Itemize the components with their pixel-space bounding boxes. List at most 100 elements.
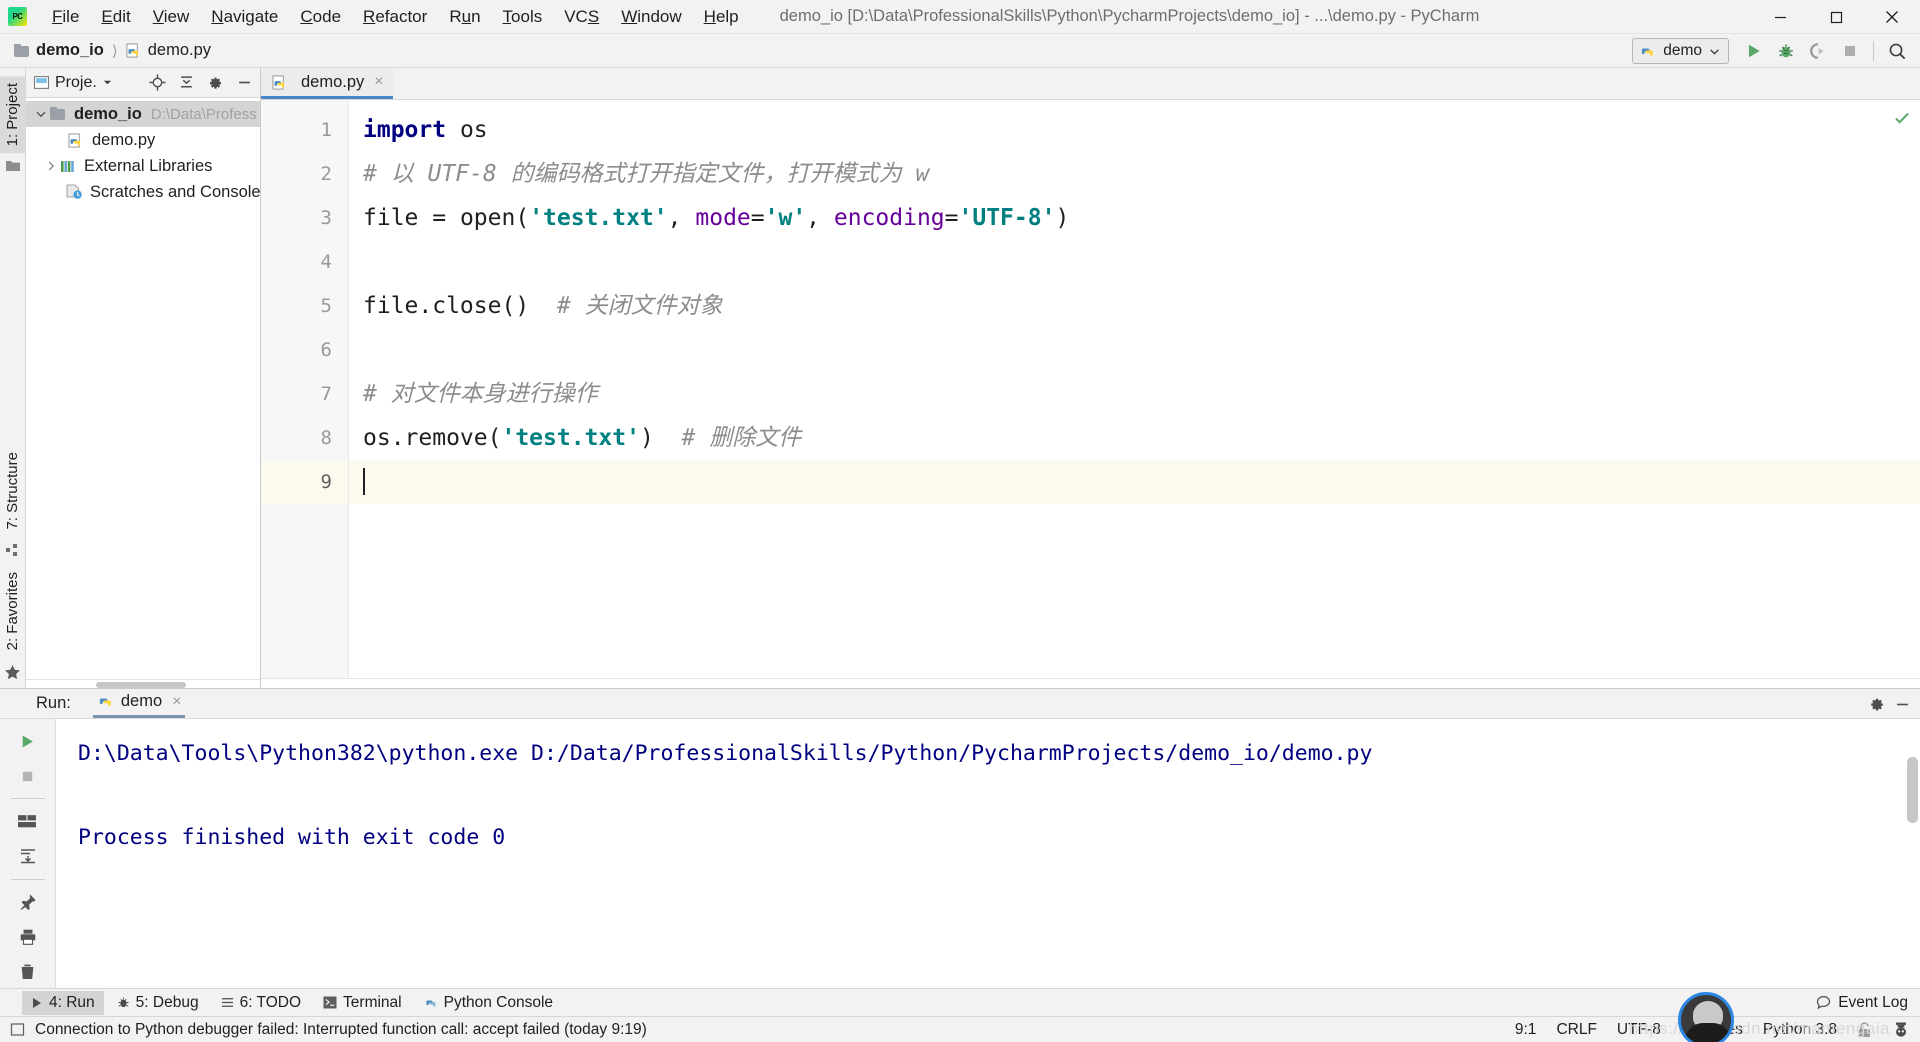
event-log-button[interactable]: Event Log: [1816, 994, 1908, 1012]
close-icon[interactable]: ×: [374, 73, 383, 91]
rail-divider: [10, 798, 45, 800]
soft-wrap-button[interactable]: [11, 805, 45, 838]
caret-position[interactable]: 9:1: [1515, 1021, 1537, 1039]
favorites-star-icon: [4, 664, 21, 681]
menu-item-view[interactable]: View: [142, 4, 201, 30]
sidebar-item-project[interactable]: 1: Project: [0, 76, 25, 154]
run-with-coverage-button[interactable]: [1803, 37, 1833, 65]
run-tab-demo[interactable]: demo ×: [92, 689, 186, 718]
settings-gear-icon[interactable]: [203, 71, 227, 95]
code-token: file =: [363, 205, 460, 231]
python-icon: [99, 698, 111, 706]
close-icon[interactable]: ×: [172, 693, 181, 711]
menu-item-help[interactable]: Help: [693, 4, 750, 30]
maximize-button[interactable]: [1808, 0, 1864, 34]
pycharm-window: PC File Edit View Navigate Code Refactor…: [0, 0, 1920, 1042]
tool-window-button-terminal[interactable]: Terminal: [314, 991, 411, 1015]
run-button[interactable]: [1739, 37, 1769, 65]
tool-window-label: Python Console: [443, 993, 554, 1011]
collapse-all-icon[interactable]: [174, 71, 198, 95]
inspection-status-icon[interactable]: [1894, 106, 1910, 132]
tool-window-button-python-console[interactable]: Python Console: [415, 991, 562, 1015]
tree-node-scratches-and-consoles[interactable]: Scratches and Consoles: [26, 179, 260, 205]
hector-inspector-icon[interactable]: [1892, 1021, 1910, 1039]
minimize-button[interactable]: [1752, 0, 1808, 34]
window-controls: [1752, 0, 1920, 34]
tool-window-button-todo[interactable]: 6: TODO: [212, 991, 310, 1015]
user-avatar[interactable]: [1678, 992, 1734, 1042]
pin-button[interactable]: [11, 886, 45, 919]
tool-window-button-debug[interactable]: 5: Debug: [108, 991, 208, 1015]
breadcrumb-file-label: demo.py: [147, 41, 212, 59]
code-token: ,: [667, 205, 696, 231]
code-token: # 对文件本身进行操作: [363, 381, 598, 407]
project-panel-title: Proje.: [55, 73, 97, 91]
code-token: (: [515, 205, 530, 231]
menu-item-run[interactable]: Run: [438, 4, 491, 30]
editor-viewport[interactable]: 1 2 3 4 5 6 7 8 9 import os # 以 UTF-8 的编…: [261, 100, 1920, 678]
menu-item-navigate[interactable]: Navigate: [200, 4, 289, 30]
hide-panel-icon[interactable]: [232, 71, 256, 95]
chevron-right-icon[interactable]: [42, 161, 60, 171]
file-encoding[interactable]: UTF-8: [1617, 1021, 1661, 1039]
menu-item-window[interactable]: Window: [610, 4, 692, 30]
clear-all-button[interactable]: [11, 955, 45, 988]
code-token: # 关闭文件对象: [556, 293, 723, 319]
title-bar: PC File Edit View Navigate Code Refactor…: [0, 0, 1920, 34]
python-interpreter[interactable]: Python 3.8: [1763, 1021, 1837, 1039]
project-tool-window: Proje. demo_io D:\Data\Profess demo.py E…: [26, 68, 261, 688]
run-tool-window: Run: demo × D:\Data\Tools\Python382\pyth…: [0, 688, 1920, 988]
menu-item-edit[interactable]: Edit: [90, 4, 141, 30]
project-panel-title-group[interactable]: Proje.: [34, 74, 140, 92]
locate-file-icon[interactable]: [145, 71, 169, 95]
close-button[interactable]: [1864, 0, 1920, 34]
project-view-icon: [34, 76, 49, 89]
menu-item-vcs[interactable]: VCS: [553, 4, 610, 30]
toolbar-divider: [1873, 41, 1874, 61]
menu-item-file[interactable]: File: [41, 4, 90, 30]
tool-window-button-run[interactable]: 4: Run: [22, 990, 104, 1015]
todo-icon: [221, 998, 233, 1007]
rerun-button[interactable]: [11, 725, 45, 758]
lock-icon[interactable]: [1857, 1021, 1872, 1038]
print-button[interactable]: [11, 921, 45, 954]
debug-button[interactable]: [1771, 37, 1801, 65]
code-text[interactable]: import os # 以 UTF-8 的编码格式打开指定文件，打开模式为 w …: [349, 100, 1920, 678]
stop-button[interactable]: [11, 760, 45, 793]
line-separator[interactable]: CRLF: [1556, 1021, 1596, 1039]
stop-button[interactable]: [1835, 37, 1865, 65]
window-icon[interactable]: [10, 1022, 25, 1037]
code-token: 'UTF-8': [958, 205, 1056, 231]
tree-node-label: demo_io: [74, 104, 142, 123]
scroll-to-end-button[interactable]: [11, 840, 45, 873]
python-file-icon: [68, 133, 81, 147]
menu-item-tools[interactable]: Tools: [492, 4, 554, 30]
run-window-header: Run: demo ×: [0, 689, 1920, 719]
editor-tab-demo-py[interactable]: demo.py ×: [261, 68, 393, 99]
settings-gear-icon[interactable]: [1864, 692, 1888, 716]
line-number: 4: [320, 251, 332, 273]
project-horizontal-scrollbar[interactable]: [26, 679, 260, 688]
scratches-icon: [66, 184, 82, 199]
breadcrumb-item-project[interactable]: demo_io: [14, 41, 104, 60]
code-token: # 以 UTF-8 的编码格式打开指定文件，打开模式为 w: [363, 161, 930, 187]
menu-item-refactor[interactable]: Refactor: [352, 4, 438, 30]
search-everywhere-button[interactable]: [1882, 37, 1912, 65]
tree-node-demo-io[interactable]: demo_io D:\Data\Profess: [26, 101, 260, 127]
run-configuration-selector[interactable]: demo: [1632, 38, 1729, 64]
menu-item-code[interactable]: Code: [289, 4, 352, 30]
pycharm-logo-icon: PC: [8, 7, 27, 26]
breadcrumb-item-file[interactable]: demo.py: [126, 41, 211, 60]
chevron-down-icon[interactable]: [32, 109, 50, 119]
code-line-7: # 对文件本身进行操作: [349, 372, 1920, 416]
console-vertical-scrollbar[interactable]: [1907, 757, 1918, 823]
sidebar-item-favorites[interactable]: 2: Favorites: [0, 565, 25, 657]
sidebar-item-structure[interactable]: 7: Structure: [0, 445, 25, 537]
status-message[interactable]: Connection to Python debugger failed: In…: [35, 1021, 647, 1039]
hide-panel-icon[interactable]: [1890, 692, 1914, 716]
editor-horizontal-scrollbar[interactable]: [261, 678, 1920, 688]
console-output[interactable]: D:\Data\Tools\Python382\python.exe D:/Da…: [56, 719, 1920, 988]
tree-node-external-libraries[interactable]: External Libraries: [26, 153, 260, 179]
tree-node-demo-py[interactable]: demo.py: [26, 127, 260, 153]
code-token: =: [750, 205, 765, 231]
